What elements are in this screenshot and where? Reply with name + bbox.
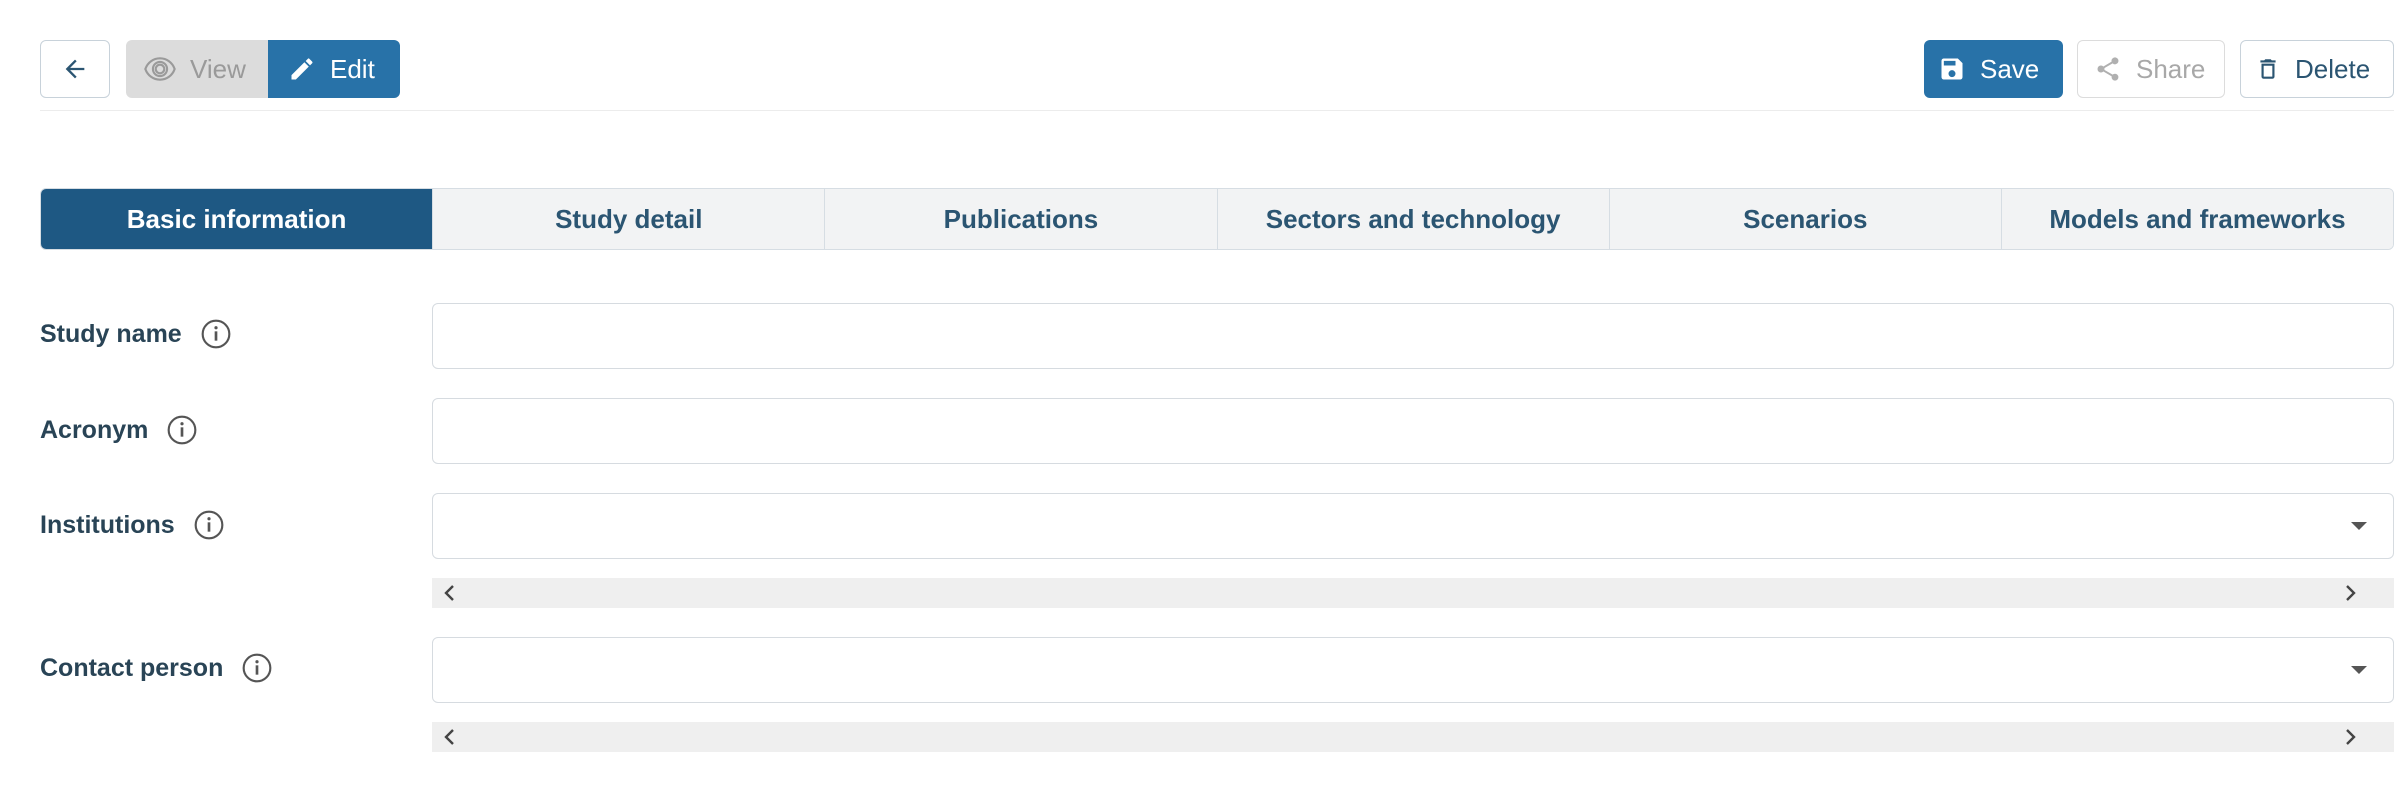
chevron-right-icon[interactable] <box>2342 583 2358 608</box>
toolbar-divider <box>40 110 2394 111</box>
back-button[interactable] <box>40 40 110 98</box>
chevron-left-icon[interactable] <box>442 727 458 752</box>
pencil-icon <box>288 55 316 83</box>
edit-label: Edit <box>330 53 375 84</box>
institutions-label-group: Institutions <box>40 509 225 541</box>
info-icon[interactable] <box>193 509 225 541</box>
share-button[interactable]: Share <box>2077 40 2225 98</box>
view-mode-button[interactable]: View <box>126 40 268 98</box>
institutions-select[interactable] <box>432 493 2394 559</box>
contact-person-scrollbar[interactable] <box>432 722 2394 752</box>
toolbar: View Edit Save Share Delete <box>0 0 2394 112</box>
institutions-label: Institutions <box>40 510 175 539</box>
caret-down-icon[interactable] <box>2351 522 2367 530</box>
study-name-label-group: Study name <box>40 318 232 350</box>
tab-models-and-frameworks[interactable]: Models and frameworks <box>2000 189 2393 249</box>
delete-label: Delete <box>2295 53 2371 84</box>
tab-sectors-and-technology[interactable]: Sectors and technology <box>1216 189 1609 249</box>
info-icon[interactable] <box>166 414 198 446</box>
delete-button[interactable]: Delete <box>2240 40 2394 98</box>
save-label: Save <box>1980 53 2040 84</box>
study-name-input[interactable] <box>432 303 2394 369</box>
arrow-left-icon <box>61 55 89 83</box>
tab-scenarios[interactable]: Scenarios <box>1608 189 2001 249</box>
institutions-scrollbar[interactable] <box>432 578 2394 608</box>
chevron-left-icon[interactable] <box>442 583 458 608</box>
tab-publications[interactable]: Publications <box>824 189 1217 249</box>
view-label: View <box>190 53 246 84</box>
caret-down-icon[interactable] <box>2351 666 2367 674</box>
contact-person-label-group: Contact person <box>40 652 273 684</box>
share-label: Share <box>2136 53 2206 84</box>
save-icon <box>1938 55 1966 83</box>
acronym-label-group: Acronym <box>40 414 198 446</box>
contact-person-select[interactable] <box>432 637 2394 703</box>
contact-person-label: Contact person <box>40 653 224 682</box>
eye-icon <box>144 57 176 81</box>
tab-bar: Basic information Study detail Publicati… <box>40 188 2394 250</box>
acronym-label: Acronym <box>40 415 149 444</box>
edit-mode-button[interactable]: Edit <box>268 40 400 98</box>
study-name-label: Study name <box>40 319 182 348</box>
info-icon[interactable] <box>241 652 273 684</box>
share-icon <box>2094 55 2122 83</box>
trash-icon <box>2255 55 2281 83</box>
acronym-input[interactable] <box>432 398 2394 464</box>
save-button[interactable]: Save <box>1924 40 2063 98</box>
chevron-right-icon[interactable] <box>2342 727 2358 752</box>
tab-basic-information[interactable]: Basic information <box>41 189 433 249</box>
tab-study-detail[interactable]: Study detail <box>432 189 825 249</box>
info-icon[interactable] <box>200 318 232 350</box>
